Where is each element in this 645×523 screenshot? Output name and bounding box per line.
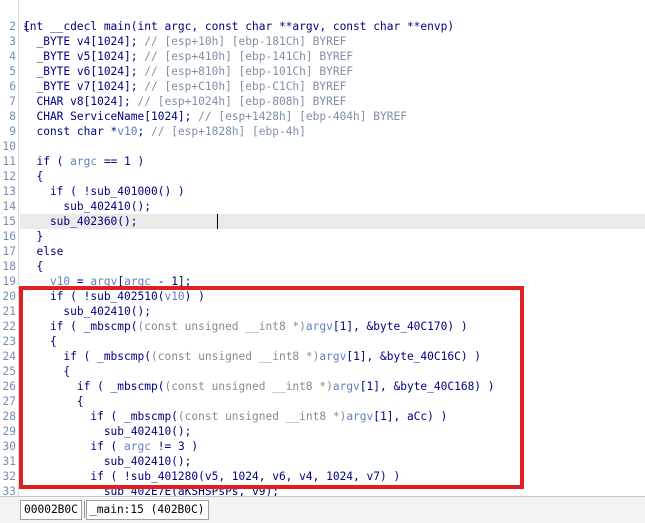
line-number: 27 bbox=[2, 395, 16, 408]
code-text: { bbox=[23, 170, 44, 183]
code-text: } bbox=[23, 230, 44, 243]
line-number: 16 bbox=[2, 230, 16, 243]
line-number: 9 bbox=[9, 125, 16, 138]
line-number: 14 bbox=[2, 200, 16, 213]
code-text: _BYTE v4[1024]; // [esp+10h] [ebp-181Ch]… bbox=[23, 35, 347, 48]
code-text: if ( _mbscmp((const unsigned __int8 *)ar… bbox=[23, 410, 448, 423]
code-line[interactable]: 15 sub_402360(); bbox=[3, 214, 645, 229]
code-text: if ( _mbscmp((const unsigned __int8 *)ar… bbox=[23, 320, 468, 333]
line-number: 24 bbox=[2, 350, 16, 363]
code-text: if ( _mbscmp((const unsigned __int8 *)ar… bbox=[23, 350, 482, 363]
code-text: if ( !sub_401000() ) bbox=[23, 185, 185, 198]
code-text: CHAR v8[1024]; // [esp+1024h] [ebp-808h]… bbox=[23, 95, 347, 108]
line-number: 6 bbox=[9, 80, 16, 93]
code-text: sub_402410(); bbox=[23, 425, 192, 438]
code-text: { bbox=[23, 335, 57, 348]
line-number: 29 bbox=[2, 425, 16, 438]
line-number: 4 bbox=[9, 50, 16, 63]
line-number: 18 bbox=[2, 260, 16, 273]
line-number: 21 bbox=[2, 305, 16, 318]
code-text: sub_402360(); bbox=[23, 215, 138, 228]
line-number: 12 bbox=[2, 170, 16, 183]
code-text: if ( argc != 3 ) bbox=[23, 440, 199, 453]
pseudocode-editor[interactable]: int __cdecl main(int argc, const char **… bbox=[0, 0, 645, 496]
code-text: { bbox=[23, 365, 71, 378]
code-text: _BYTE v5[1024]; // [esp+410h] [ebp-141Ch… bbox=[23, 50, 354, 63]
line-number: 30 bbox=[2, 440, 16, 453]
line-number: 3 bbox=[9, 35, 16, 48]
line-number: 2 bbox=[9, 20, 16, 33]
code-text: _BYTE v6[1024]; // [esp+810h] [ebp-101Ch… bbox=[23, 65, 354, 78]
code-text: if ( !sub_401280(v5, 1024, v6, v4, 1024,… bbox=[23, 470, 401, 483]
status-location: _main:15 (402B0C) bbox=[86, 500, 209, 520]
line-number: 20 bbox=[2, 290, 16, 303]
code-line[interactable]: int __cdecl main(int argc, const char **… bbox=[0, 4, 454, 33]
line-number: 23 bbox=[2, 335, 16, 348]
line-number: 10 bbox=[2, 140, 16, 153]
line-number: 19 bbox=[2, 275, 16, 288]
code-text: v10 = argv[argc - 1]; bbox=[49, 275, 192, 288]
gutter-divider bbox=[18, 0, 19, 496]
line-number: 31 bbox=[2, 455, 16, 468]
line-number: 28 bbox=[2, 410, 16, 423]
line-number: 33 bbox=[2, 485, 16, 496]
line-number: 15 bbox=[2, 215, 16, 228]
function-signature: int __cdecl main(int argc, const char **… bbox=[23, 20, 455, 33]
status-separator bbox=[84, 501, 85, 518]
code-text: if ( argc == 1 ) bbox=[23, 155, 145, 168]
line-number: 7 bbox=[9, 95, 16, 108]
line-number: 8 bbox=[9, 110, 16, 123]
code-text: CHAR ServiceName[1024]; // [esp+1428h] [… bbox=[23, 110, 407, 123]
code-text: { bbox=[23, 260, 44, 273]
code-text: if ( !sub_402510(v10) ) bbox=[23, 290, 205, 303]
code-text: sub_402410(); bbox=[23, 200, 151, 213]
text-cursor bbox=[217, 214, 218, 229]
line-number: 25 bbox=[2, 365, 16, 378]
code-text: _BYTE v7[1024]; // [esp+C10h] [ebp-C1Ch]… bbox=[23, 80, 347, 93]
line-number: 17 bbox=[2, 245, 16, 258]
code-text: if ( _mbscmp((const unsigned __int8 *)ar… bbox=[23, 380, 495, 393]
line-number: 13 bbox=[2, 185, 16, 198]
code-text: sub_402410(); bbox=[23, 455, 192, 468]
code-text: const char *v10; // [esp+1828h] [ebp-4h] bbox=[23, 125, 306, 138]
code-text: else bbox=[23, 245, 64, 258]
line-number: 26 bbox=[2, 380, 16, 393]
line-number: 32 bbox=[2, 470, 16, 483]
code-text: sub_402E7E(aKSHSPsPs, v9); bbox=[23, 485, 279, 496]
line-number: 22 bbox=[2, 320, 16, 333]
status-bar: 00002B0C _main:15 (402B0C) bbox=[0, 496, 645, 523]
code-text: { bbox=[23, 395, 84, 408]
status-offset: 00002B0C bbox=[20, 500, 82, 520]
line-number: 5 bbox=[9, 65, 16, 78]
code-text: { bbox=[23, 20, 30, 33]
code-text: sub_402410(); bbox=[23, 305, 151, 318]
line-number: 11 bbox=[2, 155, 16, 168]
